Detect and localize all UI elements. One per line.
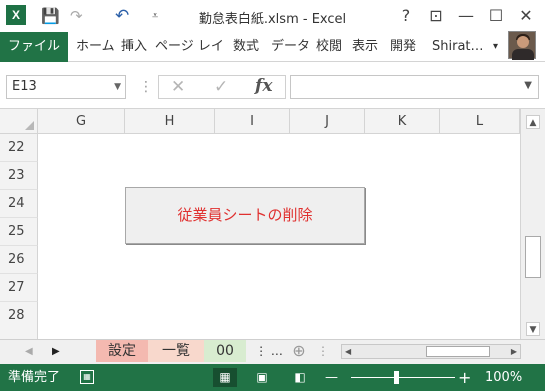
sheet-tab-00[interactable]: 00	[204, 340, 246, 362]
vertical-scroll-thumb[interactable]	[525, 236, 541, 278]
row-header-23[interactable]: 23	[0, 162, 38, 190]
page-layout-view-icon[interactable]: ▣	[250, 368, 274, 387]
chevron-down-icon[interactable]: ▼	[114, 76, 121, 98]
row-header-24[interactable]: 24	[0, 190, 38, 218]
user-account-name[interactable]: Shirat…	[432, 32, 484, 62]
tab-insert[interactable]: 挿入	[121, 32, 147, 62]
zoom-out-icon[interactable]: —	[325, 364, 338, 391]
row-header-27[interactable]: 27	[0, 274, 38, 302]
macro-recording-icon[interactable]: ▦	[80, 370, 94, 384]
formula-input[interactable]: ▼	[290, 75, 539, 99]
row-header-22[interactable]: 22	[0, 134, 38, 162]
chevron-down-icon[interactable]: ▾	[493, 32, 498, 62]
status-ready: 準備完了	[8, 370, 61, 385]
maximize-icon[interactable]: ☐	[483, 4, 509, 28]
column-header-l[interactable]: L	[440, 109, 520, 134]
cancel-icon[interactable]: ✕	[171, 76, 185, 98]
new-sheet-icon[interactable]: ⊕	[288, 340, 310, 362]
title-bar: X 💾 ↷ ↶ ⩡ 勤怠表白紙.xlsm - Excel ? ⊡ — ☐ ✕	[0, 0, 545, 32]
expand-formula-bar-icon[interactable]: ▼	[524, 80, 532, 91]
ribbon-tabs: ファイル ホーム 挿入 ページ レイ 数式 データ 校閲 表示 開発 Shira…	[0, 32, 545, 62]
normal-view-icon[interactable]: ▦	[213, 368, 237, 387]
ribbon-display-options-icon[interactable]: ⊡	[423, 4, 449, 28]
tab-formulas[interactable]: 数式	[233, 32, 259, 62]
formula-bar-separator[interactable]: ⋮	[139, 79, 153, 95]
column-header-j[interactable]: J	[290, 109, 365, 134]
column-header-i[interactable]: I	[215, 109, 290, 134]
delete-employee-sheets-button[interactable]: 従業員シートの削除	[125, 187, 365, 244]
zoom-slider[interactable]	[351, 377, 455, 378]
insert-function-icon[interactable]: fx	[255, 76, 272, 98]
zoom-in-icon[interactable]: +	[458, 364, 471, 391]
select-all-corner[interactable]	[0, 109, 38, 134]
zoom-level[interactable]: 100%	[485, 364, 522, 391]
close-icon[interactable]: ✕	[513, 4, 539, 28]
column-header-k[interactable]: K	[365, 109, 440, 134]
tab-home[interactable]: ホーム	[76, 32, 115, 62]
name-box[interactable]: E13 ▼	[6, 75, 126, 99]
minimize-icon[interactable]: —	[453, 4, 479, 28]
avatar[interactable]	[508, 31, 536, 60]
row-header-26[interactable]: 26	[0, 246, 38, 274]
scroll-up-icon[interactable]: ▲	[526, 115, 540, 129]
row-header-25[interactable]: 25	[0, 218, 38, 246]
status-bar: 準備完了 ▦ ▦ ▣ ◧ — + 100%	[0, 364, 545, 391]
scroll-right-icon[interactable]: ▶	[511, 345, 517, 358]
name-box-value: E13	[12, 79, 37, 94]
help-icon[interactable]: ?	[393, 4, 419, 28]
zoom-slider-thumb[interactable]	[394, 371, 399, 384]
tab-view[interactable]: 表示	[352, 32, 378, 62]
worksheet-grid: G H I J K L 22 23 24 25 26 27 28 従業員シートの…	[0, 108, 545, 340]
horizontal-scrollbar[interactable]: ◀ ▶	[341, 344, 521, 359]
tab-page-layout[interactable]: ページ レイ	[155, 32, 224, 62]
sheet-tab-list[interactable]: 一覧	[148, 340, 204, 362]
column-header-h[interactable]: H	[125, 109, 215, 134]
enter-icon[interactable]: ✓	[214, 76, 228, 98]
tab-review[interactable]: 校閲	[316, 32, 342, 62]
page-break-preview-icon[interactable]: ◧	[288, 368, 312, 387]
more-sheets-icon[interactable]: ⋮ …	[254, 340, 284, 362]
vertical-scrollbar[interactable]: ▲ ▼	[520, 109, 545, 340]
horizontal-scroll-thumb[interactable]	[426, 346, 490, 357]
sheet-scroll-left-icon[interactable]: ◀	[25, 340, 33, 364]
column-header-g[interactable]: G	[38, 109, 125, 134]
tab-data[interactable]: データ	[271, 32, 310, 62]
sheet-tab-settings[interactable]: 設定	[96, 340, 148, 362]
scroll-left-icon[interactable]: ◀	[345, 345, 351, 358]
formula-buttons: ✕ ✓ fx	[158, 75, 286, 99]
scroll-down-icon[interactable]: ▼	[526, 322, 540, 336]
tab-file[interactable]: ファイル	[0, 32, 68, 62]
sheet-scroll-right-icon[interactable]: ▶	[52, 340, 60, 364]
sheet-tab-bar: ◀ ▶ 設定 一覧 00 ⋮ … ⊕ ⋮ ◀ ▶	[0, 339, 545, 364]
horizontal-split-handle[interactable]: ⋮	[317, 340, 329, 362]
tab-developer[interactable]: 開発	[390, 32, 416, 62]
row-header-28[interactable]: 28	[0, 302, 38, 340]
